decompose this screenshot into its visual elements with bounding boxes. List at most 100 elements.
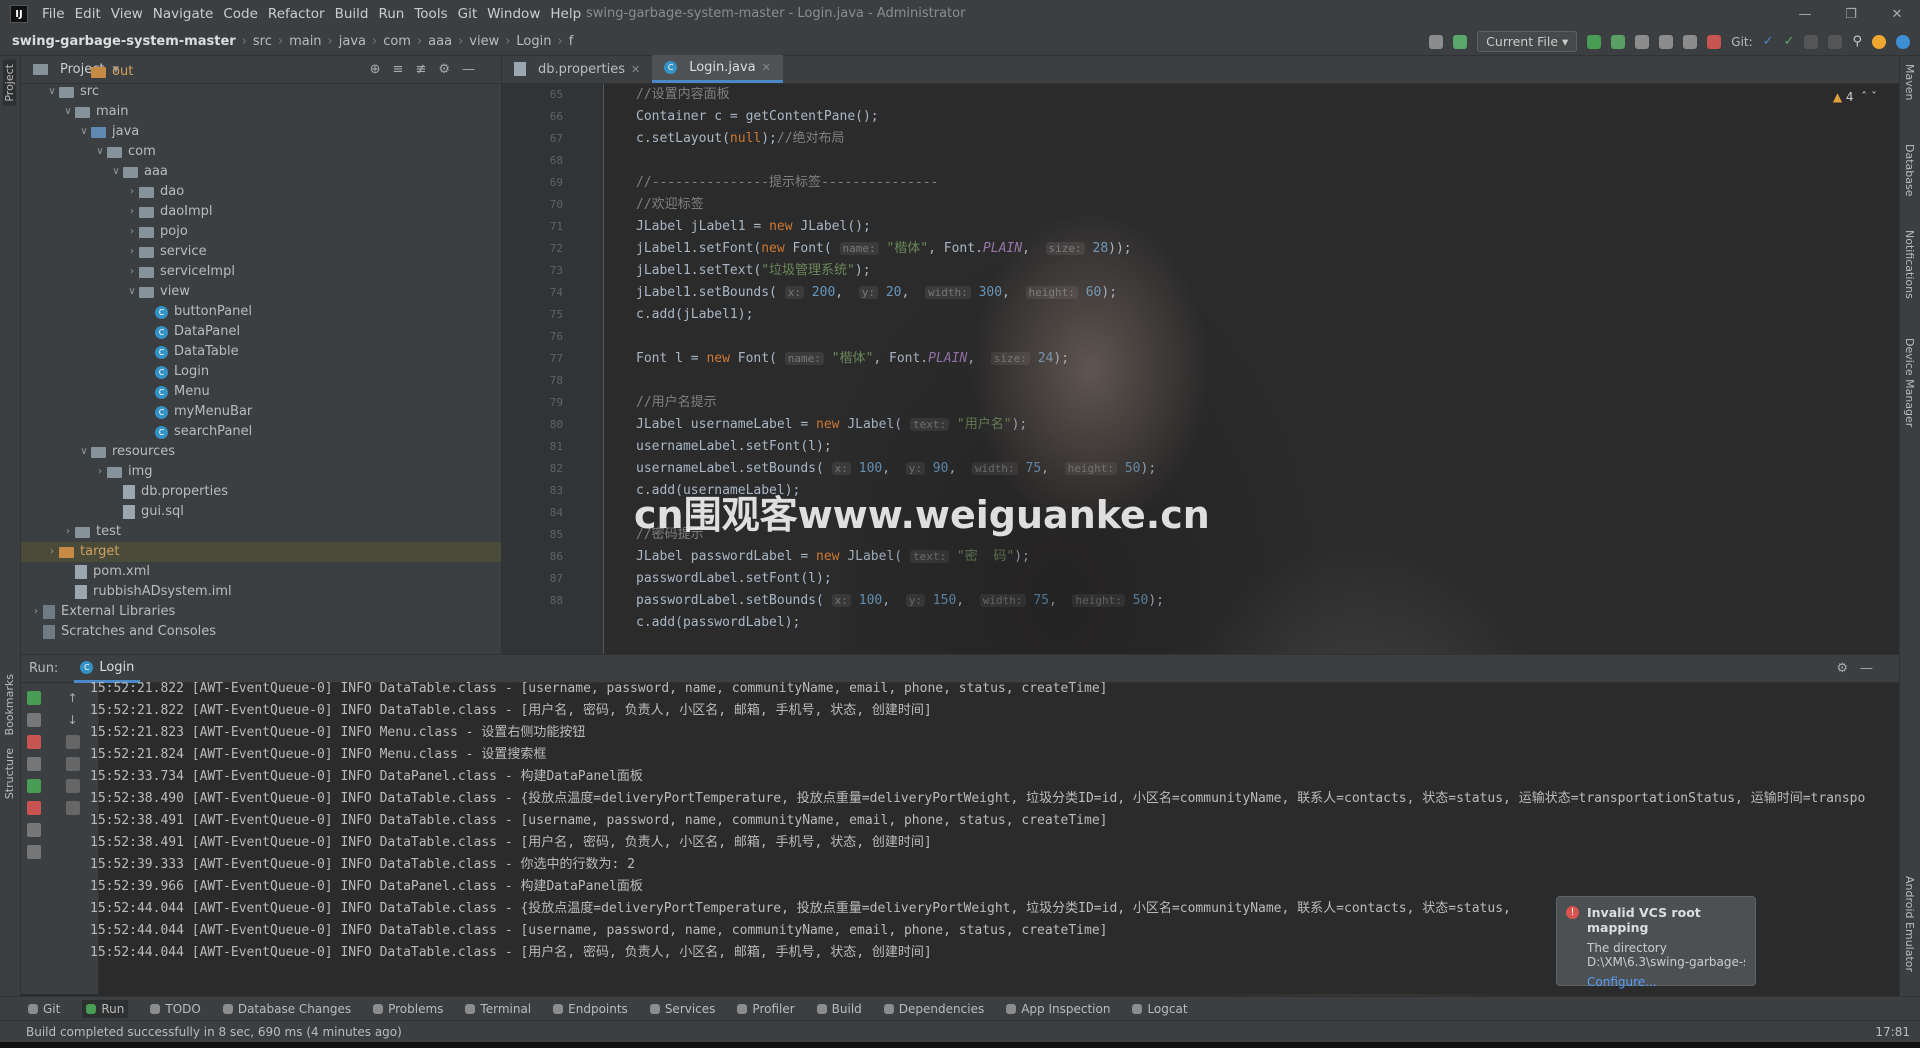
chevron-right-icon[interactable]: › <box>29 602 43 622</box>
rerun-icon[interactable] <box>27 691 41 705</box>
caret-position[interactable]: 17:81 <box>1875 1025 1910 1039</box>
tree-node[interactable]: Scratches and Consoles <box>21 622 501 642</box>
breadcrumb-item[interactable]: src <box>253 34 272 49</box>
tree-node[interactable]: › service <box>21 242 501 262</box>
tree-node[interactable]: ∨ aaa <box>21 162 501 182</box>
toolwindow-database-changes[interactable]: Database Changes <box>222 1002 351 1016</box>
chevron-right-icon[interactable]: › <box>45 542 59 562</box>
chevron-right-icon[interactable]: › <box>125 262 139 282</box>
breadcrumb-item[interactable]: view <box>469 34 499 49</box>
toolwindow-services[interactable]: Services <box>649 1002 715 1016</box>
tree-node[interactable]: gui.sql <box>21 502 501 522</box>
breadcrumb-item[interactable]: java <box>339 34 366 49</box>
vcs-notification[interactable]: ! Invalid VCS root mapping The directory… <box>1556 896 1756 989</box>
coverage-icon[interactable] <box>1635 34 1650 49</box>
menu-item-window[interactable]: Window <box>487 6 540 22</box>
toolwindow-endpoints[interactable]: Endpoints <box>553 1002 628 1016</box>
tree-node[interactable]: rubbishADsystem.iml <box>21 582 501 602</box>
menu-item-refactor[interactable]: Refactor <box>268 6 325 22</box>
breadcrumb-item[interactable]: Login <box>516 34 551 49</box>
database-tool-button[interactable]: Database <box>1903 144 1916 197</box>
device-manager-tool-button[interactable]: Device Manager <box>1903 338 1916 427</box>
attach-icon[interactable] <box>1683 34 1698 49</box>
menu-item-view[interactable]: View <box>111 6 143 22</box>
toolwindow-todo[interactable]: TODO <box>150 1002 201 1016</box>
run-panel-actions[interactable]: ⚙— <box>1836 661 1885 676</box>
menu-item-run[interactable]: Run <box>378 6 404 22</box>
tree-node[interactable]: ∨ src <box>21 82 501 102</box>
menu-item-help[interactable]: Help <box>550 6 581 22</box>
arrow-down-icon[interactable]: ↓ <box>66 713 80 727</box>
git-commit-icon[interactable]: ✓ <box>1784 34 1795 49</box>
tree-node[interactable]: › test <box>21 522 501 542</box>
tree-node[interactable]: ∨ com <box>21 142 501 162</box>
menu-item-build[interactable]: Build <box>335 6 369 22</box>
layout-icon[interactable] <box>27 823 41 837</box>
menu-item-file[interactable]: File <box>42 6 65 22</box>
run-config-select[interactable]: Current File ▾ <box>1477 31 1578 52</box>
tree-node[interactable]: › img <box>21 462 501 482</box>
tree-node[interactable]: › pojo <box>21 222 501 242</box>
menu-item-navigate[interactable]: Navigate <box>153 6 214 22</box>
editor-tab-db-properties[interactable]: db.properties ✕ <box>502 55 652 83</box>
tree-node[interactable]: ∨ resources <box>21 442 501 462</box>
tree-node[interactable]: db.properties <box>21 482 501 502</box>
wrench-icon[interactable] <box>27 713 41 727</box>
tree-node[interactable]: C DataPanel <box>21 322 501 342</box>
toolwindow-terminal[interactable]: Terminal <box>465 1002 531 1016</box>
chevron-down-icon[interactable]: ∨ <box>77 122 91 142</box>
tree-node[interactable]: ∨ main <box>21 102 501 122</box>
search-icon[interactable]: ⚲ <box>1852 34 1862 49</box>
chevron-down-icon[interactable]: ∨ <box>77 442 91 462</box>
menu-item-code[interactable]: Code <box>223 6 258 22</box>
toolwindow-build[interactable]: Build <box>816 1002 862 1016</box>
bookmarks-tool-button[interactable]: Bookmarks <box>3 674 16 735</box>
tree-node[interactable]: ∨ java <box>21 122 501 142</box>
tree-node[interactable]: › daoImpl <box>21 202 501 222</box>
chevron-down-icon[interactable]: ∨ <box>61 102 75 122</box>
code-view[interactable]: //设置内容面板 Container c = getContentPane(); c… <box>636 84 1899 654</box>
close-icon[interactable]: ✕ <box>1874 0 1920 28</box>
debug-icon[interactable] <box>1611 34 1626 49</box>
editor-tab-login-java[interactable]: C Login.java ✕ <box>652 55 783 83</box>
toolwindow-profiler[interactable]: Profiler <box>737 1002 795 1016</box>
chevron-right-icon[interactable]: › <box>125 242 139 262</box>
run-icon[interactable] <box>1587 34 1602 49</box>
pin-icon[interactable] <box>27 845 41 859</box>
toolwindow-git[interactable]: Git <box>28 1002 60 1016</box>
configure-link[interactable]: Configure... <box>1587 975 1657 989</box>
chevron-right-icon[interactable]: › <box>61 522 75 542</box>
tree-node[interactable]: CbuttonPanel <box>21 302 501 322</box>
chevron-down-icon[interactable]: ∨ <box>109 162 123 182</box>
toolwindow-app-inspection[interactable]: App Inspection <box>1006 1002 1110 1016</box>
structure-tool-button[interactable]: Structure <box>3 748 16 799</box>
restore-icon[interactable]: ❐ <box>1828 0 1874 28</box>
git-update-icon[interactable]: ✓ <box>1763 34 1774 49</box>
minimize-icon[interactable]: — <box>1782 0 1828 28</box>
arrow-up-icon[interactable]: ↑ <box>66 691 80 705</box>
restore-layout-icon[interactable] <box>27 779 41 793</box>
chevron-right-icon[interactable]: › <box>125 202 139 222</box>
stop-icon[interactable] <box>27 735 41 749</box>
close-tab-icon[interactable]: ✕ <box>762 61 771 74</box>
git-history-icon[interactable] <box>1804 34 1819 49</box>
breadcrumb-item[interactable]: f <box>569 34 574 49</box>
git-rollback-icon[interactable] <box>1828 34 1843 49</box>
profile-icon[interactable] <box>1659 34 1674 49</box>
tree-node[interactable]: › External Libraries <box>21 602 501 622</box>
jetbrains-account-icon[interactable] <box>1896 34 1910 49</box>
update-icon[interactable] <box>1872 34 1886 49</box>
notifications-tool-button[interactable]: Notifications <box>1903 230 1916 299</box>
stop-icon[interactable] <box>1707 34 1722 49</box>
toolwindow-run[interactable]: Run <box>82 999 129 1018</box>
menu-item-edit[interactable]: Edit <box>75 6 101 22</box>
tree-node[interactable]: CsearchPanel <box>21 422 501 442</box>
camera-icon[interactable] <box>27 757 41 771</box>
breadcrumb-item[interactable]: swing-garbage-system-master <box>12 34 236 49</box>
tree-node[interactable]: C Login <box>21 362 501 382</box>
menu-item-tools[interactable]: Tools <box>414 6 447 22</box>
scroll-to-end-icon[interactable] <box>65 757 80 771</box>
breadcrumb-item[interactable]: aaa <box>428 34 452 49</box>
print-icon[interactable] <box>65 779 80 793</box>
tree-node[interactable]: › dao <box>21 182 501 202</box>
